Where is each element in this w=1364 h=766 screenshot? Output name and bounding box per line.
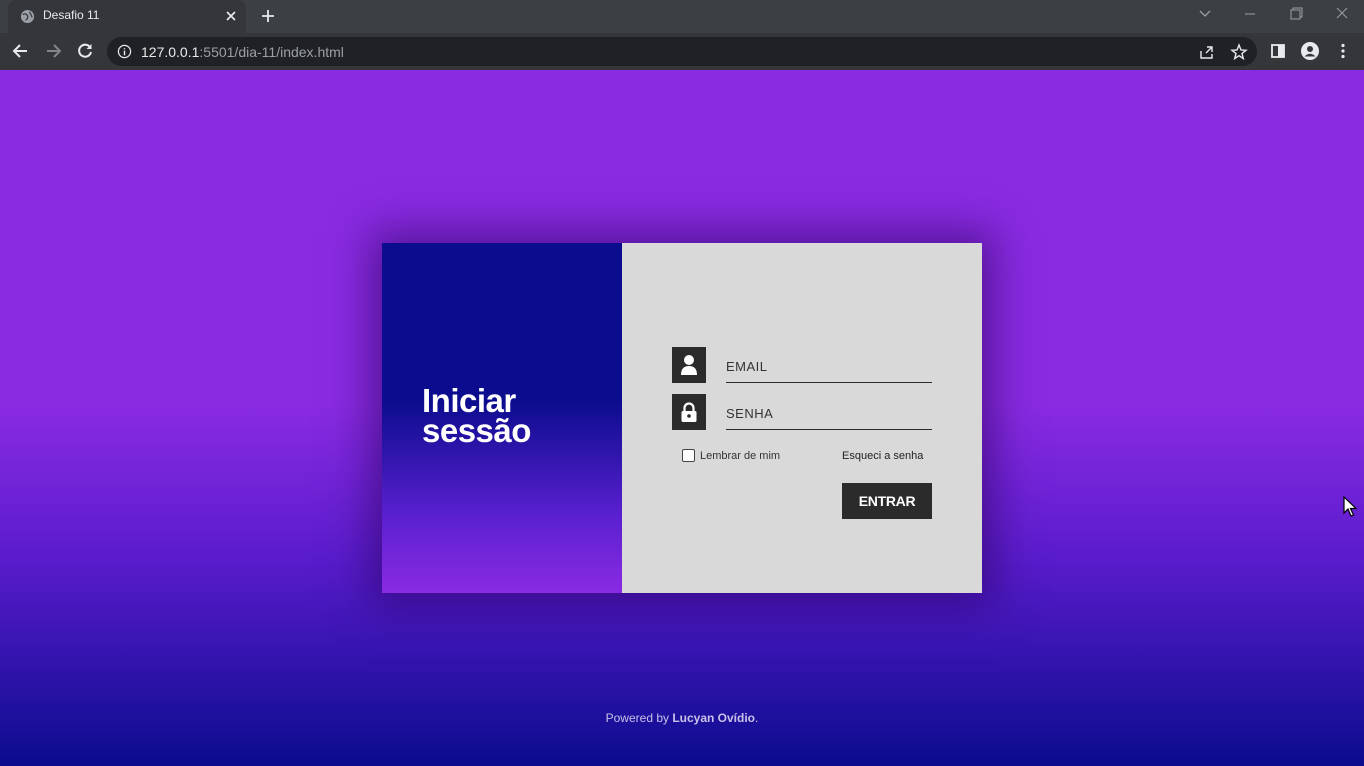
author-link[interactable]: Lucyan Ovídio [672, 711, 755, 725]
info-icon[interactable] [117, 44, 132, 59]
submit-button[interactable]: ENTRAR [842, 483, 932, 519]
address-bar[interactable]: 127.0.0.1:5501/dia-11/index.html [107, 37, 1257, 66]
remember-label: Lembrar de mim [700, 449, 781, 462]
email-field[interactable] [726, 347, 932, 383]
login-title: Iniciar sessão [422, 382, 531, 449]
password-field[interactable] [726, 394, 932, 430]
plus-icon[interactable] [259, 7, 277, 25]
minimize-icon[interactable] [1239, 5, 1261, 23]
tab-title: Desafio 11 [43, 8, 100, 22]
url-text: 127.0.0.1:5501/dia-11/index.html [141, 44, 344, 60]
lock-icon [672, 394, 706, 430]
side-panel-icon[interactable] [1268, 41, 1288, 61]
password-row [672, 394, 932, 430]
close-icon[interactable] [223, 8, 239, 24]
share-icon[interactable] [1198, 43, 1216, 61]
url-path: :5501/dia-11/index.html [199, 44, 344, 60]
mouse-cursor-icon [1343, 496, 1357, 517]
email-row [672, 347, 932, 383]
profile-icon[interactable] [1300, 41, 1320, 61]
footer: Powered by Lucyan Ovídio. [0, 711, 1364, 725]
restore-icon[interactable] [1285, 5, 1307, 23]
browser-toolbar: 127.0.0.1:5501/dia-11/index.html [0, 33, 1364, 70]
footer-prefix: Powered by [605, 711, 673, 725]
remember-me[interactable]: Lembrar de mim [682, 449, 780, 462]
menu-icon[interactable] [1333, 41, 1353, 61]
forgot-password-link[interactable]: Esqueci a senha [842, 450, 923, 462]
login-card-banner: Iniciar sessão [382, 243, 622, 593]
url-host: 127.0.0.1 [141, 44, 200, 60]
reload-icon[interactable] [75, 41, 95, 61]
star-icon[interactable] [1230, 43, 1248, 61]
globe-icon [20, 9, 35, 24]
footer-suffix: . [755, 711, 759, 725]
page-viewport: Iniciar sessão EMAIL Lembrar de mim Esqu… [0, 70, 1364, 766]
forward-icon[interactable] [43, 41, 63, 61]
login-form: Lembrar de mim Esqueci a senha ENTRAR [622, 243, 982, 593]
chevron-down-icon[interactable] [1194, 5, 1216, 23]
window-close-icon[interactable] [1331, 5, 1353, 23]
remember-checkbox[interactable] [682, 449, 695, 462]
browser-tab[interactable]: Desafio 11 [8, 0, 246, 33]
user-icon [672, 347, 706, 383]
back-icon[interactable] [11, 41, 31, 61]
login-card: Iniciar sessão EMAIL Lembrar de mim Esqu… [382, 243, 982, 593]
tab-bar: Desafio 11 [0, 0, 1364, 33]
